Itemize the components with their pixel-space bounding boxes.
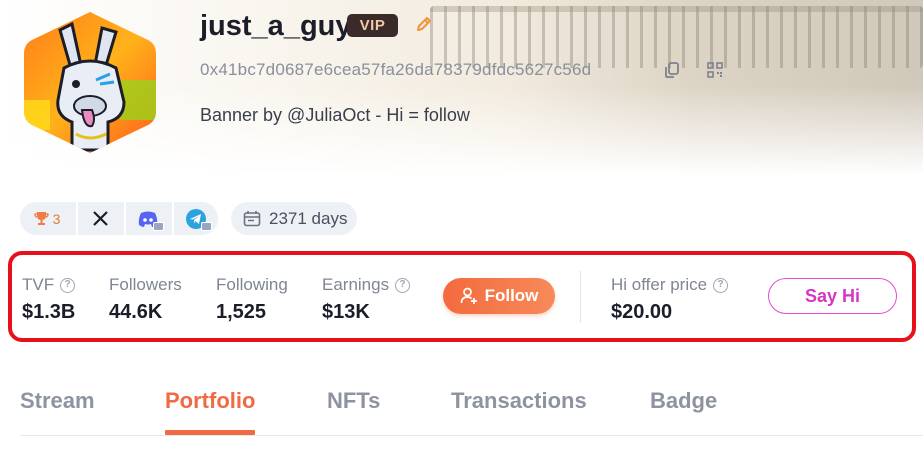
unverified-badge-icon bbox=[201, 222, 212, 231]
edit-pencil-icon[interactable] bbox=[414, 14, 434, 34]
tab-stream[interactable]: Stream bbox=[20, 388, 95, 414]
stat-hi-price-value: $20.00 bbox=[611, 301, 673, 323]
profile-tabs: Stream Portfolio NFTs Transactions Badge bbox=[0, 380, 923, 436]
copy-icon[interactable] bbox=[663, 61, 681, 79]
trophy-icon bbox=[33, 212, 49, 225]
banner-image bbox=[430, 6, 923, 68]
llama-avatar-icon[interactable] bbox=[20, 10, 160, 155]
profile-stats-panel: TVF ? $1.3B Followers 44.6K Following 1,… bbox=[8, 251, 916, 342]
stat-followers-label: Followers bbox=[109, 275, 182, 294]
info-icon[interactable]: ? bbox=[713, 277, 729, 293]
vip-badge: VIP bbox=[347, 14, 398, 37]
info-icon[interactable]: ? bbox=[395, 277, 411, 293]
unverified-badge-icon bbox=[153, 222, 164, 231]
profile-bio: Banner by @JuliaOct - Hi = follow bbox=[200, 105, 470, 125]
username: just_a_guy bbox=[200, 10, 352, 42]
calendar-icon bbox=[243, 211, 261, 227]
wallet-address: 0x41bc7d0687e6cea57fa26da78379dfdc5627c5… bbox=[200, 60, 592, 79]
discord-link[interactable] bbox=[124, 202, 170, 235]
account-age-days: 2371 days bbox=[269, 208, 348, 228]
info-icon[interactable]: ? bbox=[60, 277, 76, 293]
stat-following[interactable]: Following 1,525 bbox=[216, 275, 288, 324]
stats-divider bbox=[580, 271, 581, 323]
follow-button[interactable]: Follow bbox=[443, 278, 555, 314]
trophy-count: 3 bbox=[52, 210, 61, 227]
stat-earnings-label: Earnings bbox=[322, 275, 390, 294]
stat-following-value: 1,525 bbox=[216, 301, 267, 323]
stat-followers-value: 44.6K bbox=[109, 301, 163, 323]
qr-code-icon[interactable] bbox=[706, 61, 724, 79]
stat-following-label: Following bbox=[216, 275, 288, 294]
tabs-divider bbox=[20, 435, 923, 436]
tab-portfolio[interactable]: Portfolio bbox=[165, 388, 255, 414]
trophy-badge[interactable]: 3 bbox=[20, 202, 74, 235]
add-user-icon bbox=[460, 287, 477, 304]
social-links: 3 bbox=[20, 202, 218, 235]
stat-hi-offer-price: Hi offer price ? $20.00 bbox=[611, 275, 729, 324]
stat-tvf: TVF ? $1.3B bbox=[22, 275, 75, 324]
say-hi-button[interactable]: Say Hi bbox=[768, 278, 897, 314]
follow-button-label: Follow bbox=[484, 286, 539, 305]
x-twitter-icon bbox=[92, 211, 108, 226]
tab-nfts[interactable]: NFTs bbox=[327, 388, 380, 414]
stat-tvf-value: $1.3B bbox=[22, 301, 76, 323]
tab-transactions[interactable]: Transactions bbox=[451, 388, 587, 414]
stat-earnings-value: $13K bbox=[322, 301, 370, 323]
stat-followers[interactable]: Followers 44.6K bbox=[109, 275, 182, 324]
tab-badge[interactable]: Badge bbox=[650, 388, 717, 414]
stat-earnings: Earnings ? $13K bbox=[322, 275, 411, 324]
stat-tvf-label: TVF bbox=[22, 275, 55, 294]
telegram-link[interactable] bbox=[172, 202, 218, 235]
account-age-badge: 2371 days bbox=[231, 202, 357, 235]
x-twitter-link[interactable] bbox=[76, 202, 122, 235]
stat-hi-price-label: Hi offer price bbox=[611, 275, 708, 294]
